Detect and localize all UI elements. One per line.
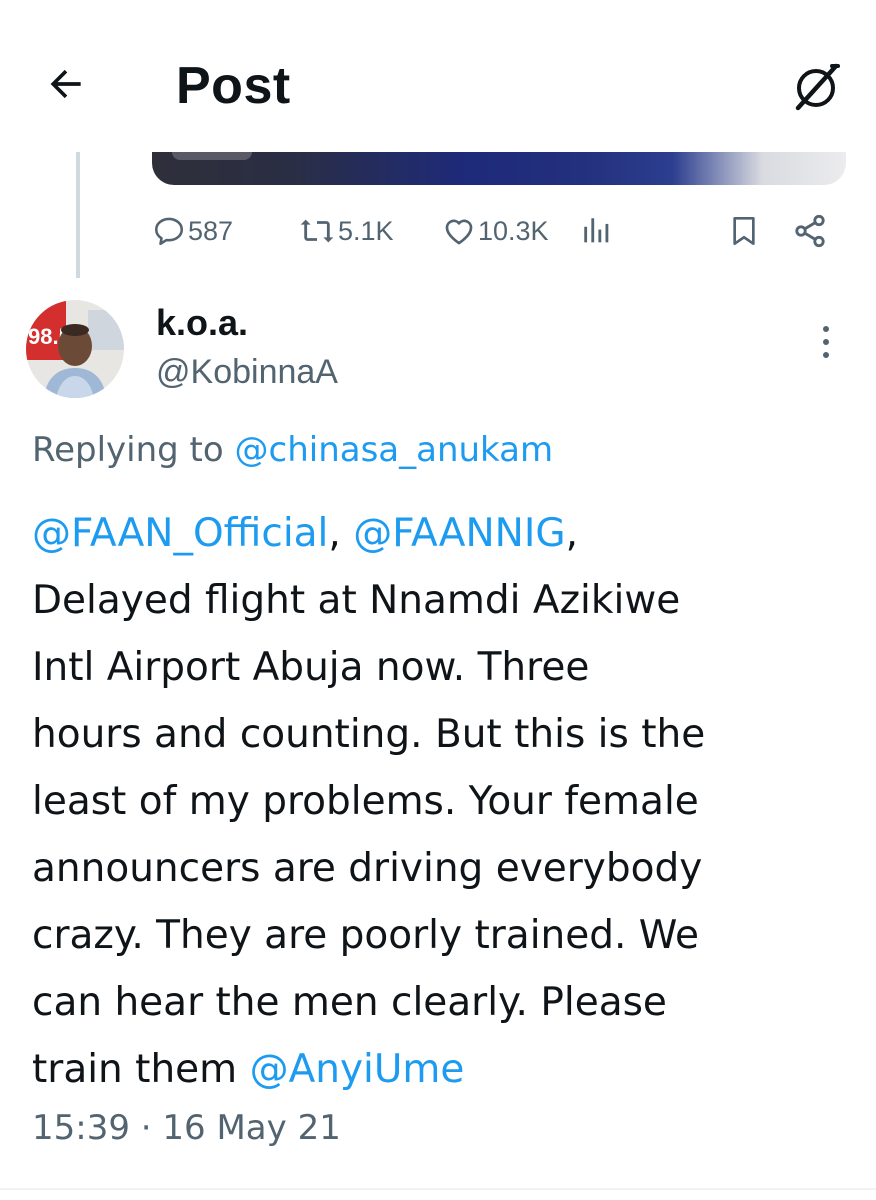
grok-slash-icon bbox=[795, 63, 840, 111]
reply-button[interactable]: 587 bbox=[152, 205, 233, 257]
like-button[interactable]: 10.3K bbox=[442, 205, 549, 257]
bar-chart-icon bbox=[584, 218, 609, 243]
post-text-fragment: train them bbox=[32, 1047, 250, 1092]
post-text-line: least of my problems. Your female bbox=[32, 779, 699, 824]
more-dot bbox=[823, 326, 829, 332]
top-bar: Post bbox=[0, 0, 876, 152]
bookmark-button[interactable] bbox=[728, 205, 760, 257]
replying-to-line: Replying to @chinasa_anukam bbox=[32, 428, 553, 472]
post-text-line: Delayed flight at Nnamdi Azikiwe bbox=[32, 578, 681, 623]
repost-button[interactable]: 5.1K bbox=[298, 205, 394, 257]
more-dot bbox=[823, 339, 829, 345]
more-dot bbox=[823, 352, 829, 358]
avatar[interactable]: 98.5 bbox=[26, 300, 124, 398]
post-text-line: Intl Airport Abuja now. Three bbox=[32, 645, 590, 690]
mention-link[interactable]: @FAAN_Official bbox=[32, 511, 328, 556]
separator: , bbox=[328, 511, 354, 556]
views-button[interactable] bbox=[580, 205, 614, 257]
like-count: 10.3K bbox=[478, 215, 549, 246]
arrow-left-icon bbox=[50, 69, 81, 99]
previous-post-action-bar: 587 5.1K 10.3K bbox=[0, 205, 876, 257]
post-page: Post 587 5.1K 10.3K 98.5 k.o.a. @Kobinna… bbox=[0, 0, 876, 1200]
post-timestamp[interactable]: 15:39 · 16 May 21 bbox=[32, 1104, 341, 1152]
post-text: @FAAN_Official, @FAANNIG, Delayed flight… bbox=[32, 500, 842, 1103]
back-button[interactable] bbox=[40, 58, 92, 110]
heart-icon bbox=[445, 219, 473, 245]
post-text-line: announcers are driving everybody bbox=[32, 846, 703, 891]
more-options-button[interactable] bbox=[810, 318, 842, 366]
post-text-line: @FAAN_Official, @FAANNIG, bbox=[32, 500, 842, 567]
speech-bubble-icon bbox=[154, 217, 184, 246]
profile-photo: 98.5 bbox=[26, 300, 124, 398]
repost-arrows-icon bbox=[300, 219, 334, 243]
mention-link[interactable]: @FAANNIG bbox=[353, 511, 565, 556]
repost-count: 5.1K bbox=[338, 215, 394, 246]
display-name[interactable]: k.o.a. bbox=[156, 302, 248, 344]
replying-to-mention[interactable]: @chinasa_anukam bbox=[235, 430, 554, 470]
bookmark-icon bbox=[733, 217, 755, 245]
divider bbox=[0, 1188, 876, 1190]
grok-button[interactable] bbox=[786, 56, 846, 116]
post-text-line: hours and counting. But this is the bbox=[32, 712, 706, 757]
replying-to-label: Replying to bbox=[32, 430, 224, 470]
separator: , bbox=[565, 511, 578, 556]
mention-link[interactable]: @AnyiUme bbox=[250, 1047, 465, 1092]
page-title: Post bbox=[176, 57, 291, 115]
share-icon bbox=[795, 214, 825, 248]
post-text-line: crazy. They are poorly trained. We bbox=[32, 913, 700, 958]
post-text-line: can hear the men clearly. Please bbox=[32, 980, 667, 1025]
reply-count: 587 bbox=[188, 215, 234, 246]
share-button[interactable] bbox=[792, 205, 828, 257]
post-text-line: train them @AnyiUme bbox=[32, 1036, 842, 1103]
user-handle[interactable]: @KobinnaA bbox=[156, 352, 338, 392]
